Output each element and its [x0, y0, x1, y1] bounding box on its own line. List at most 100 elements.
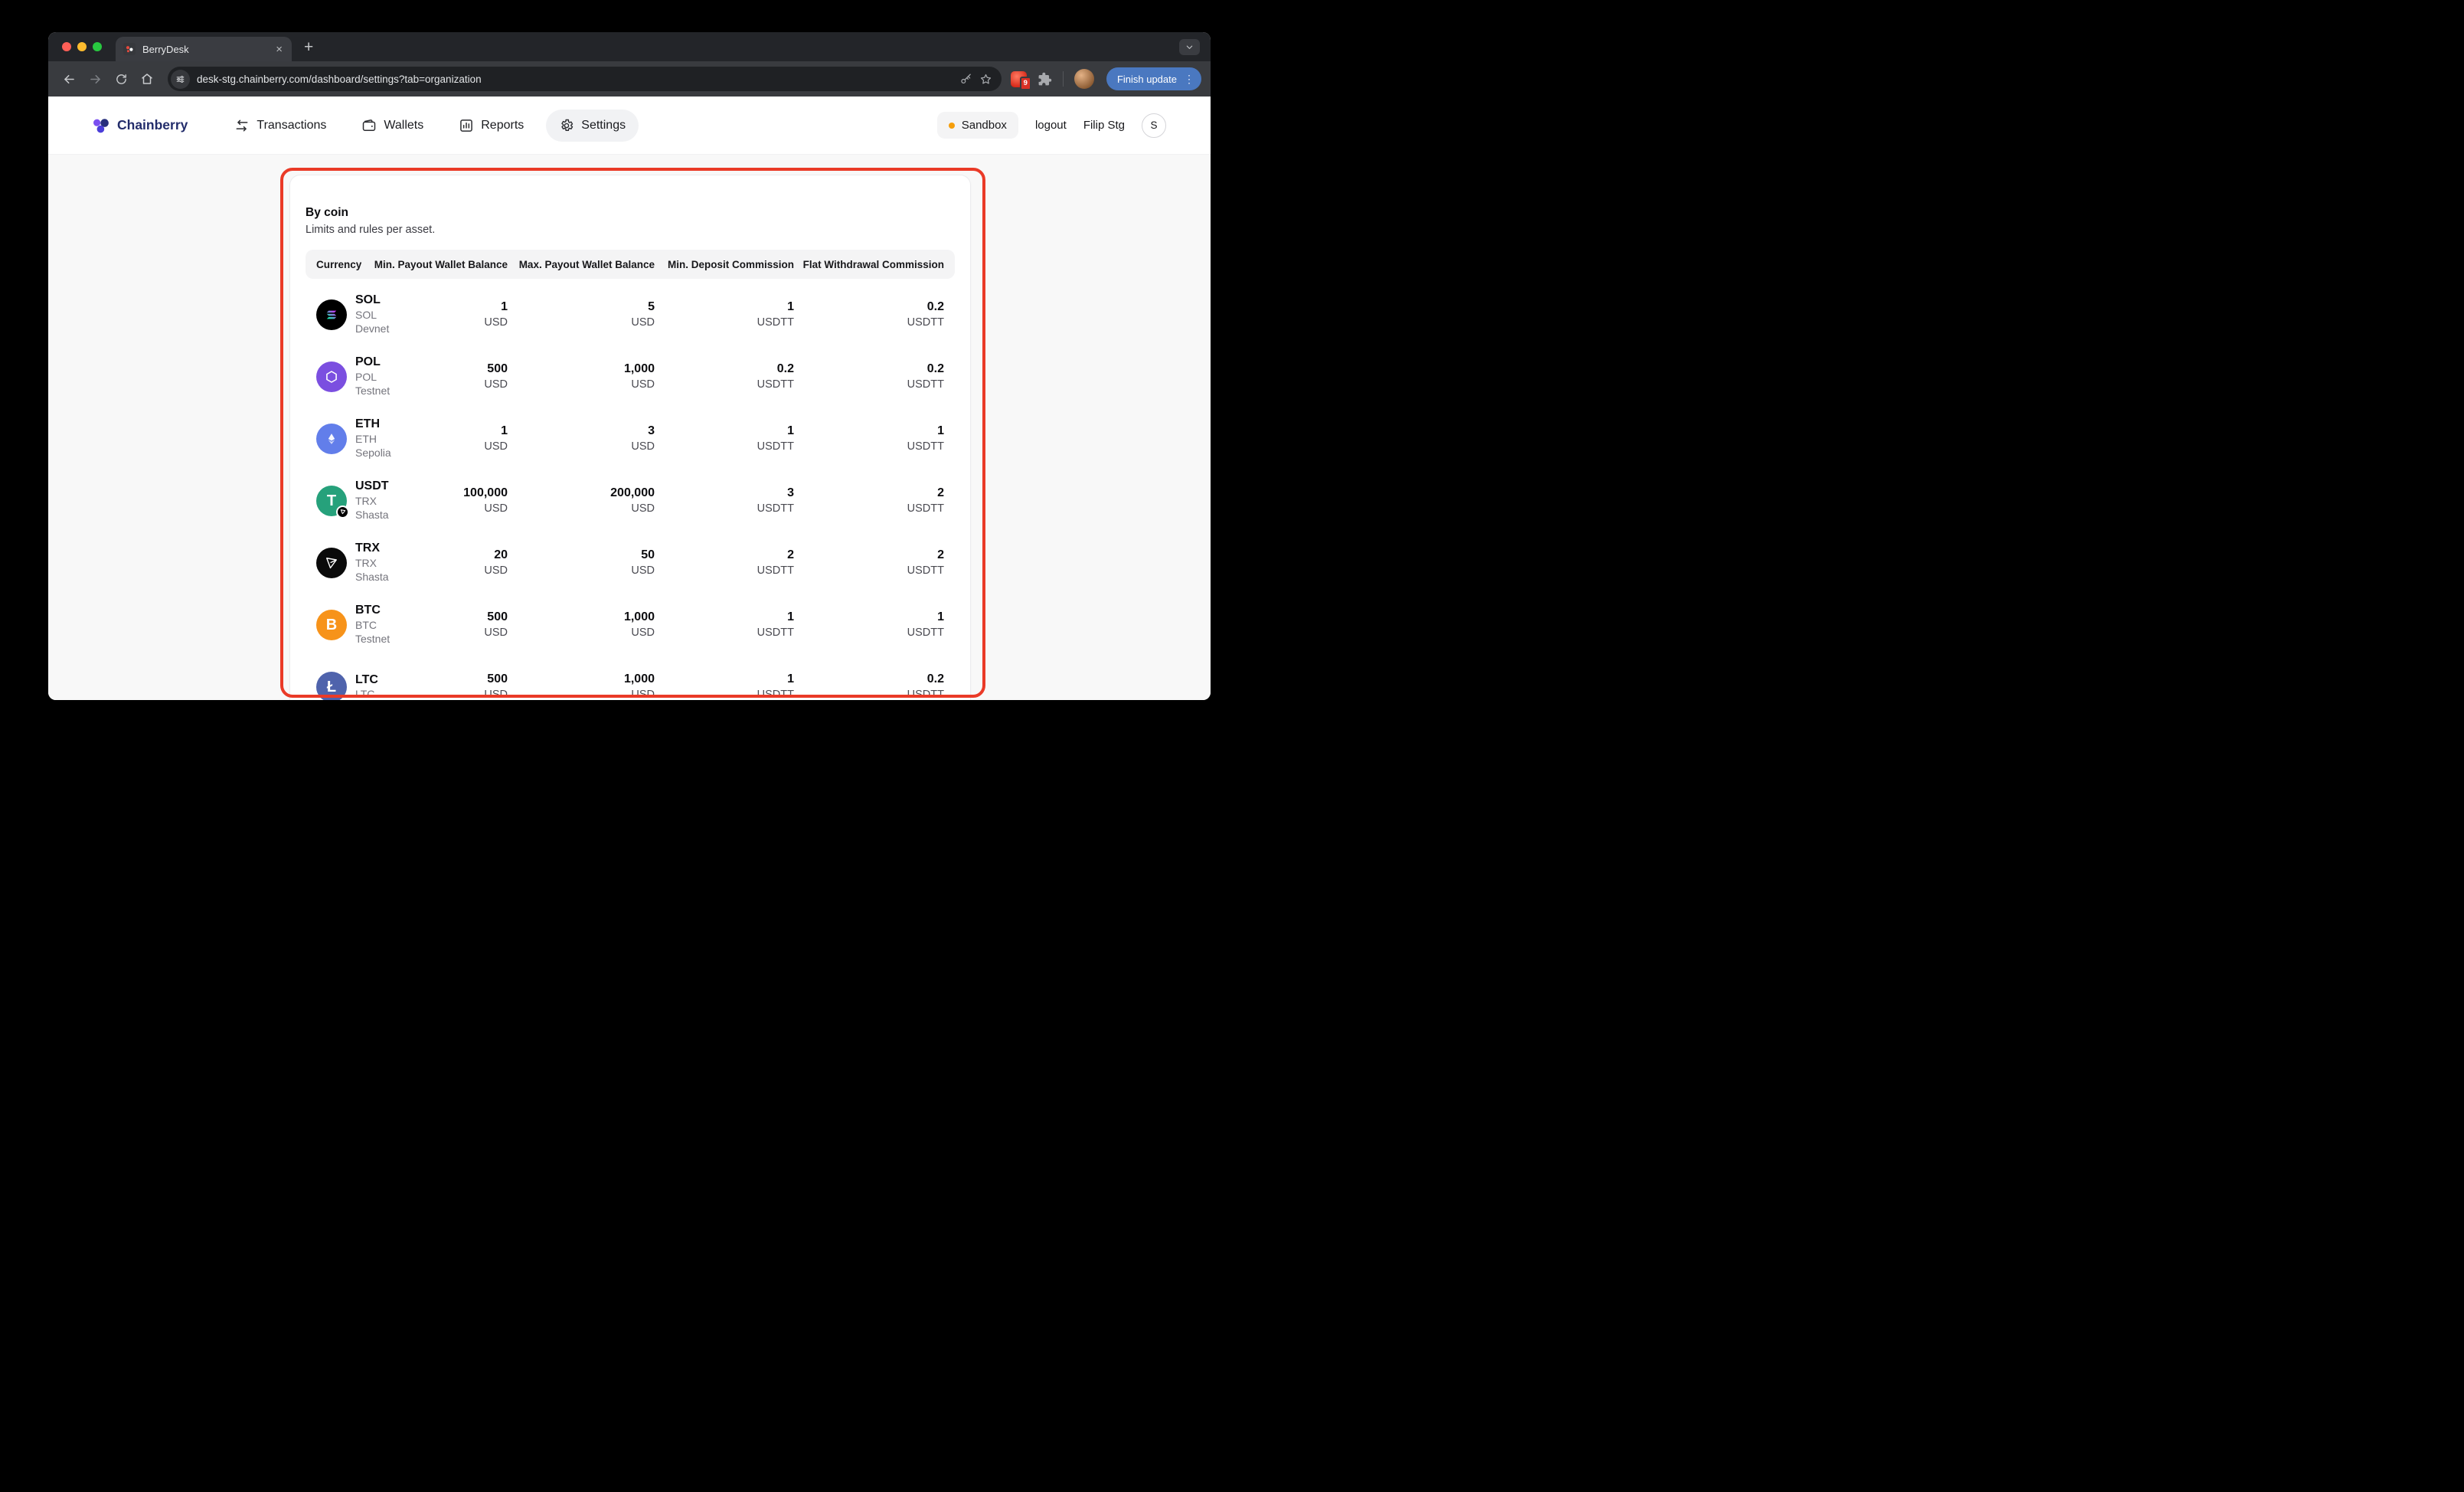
- cell-unit: USD: [484, 316, 508, 329]
- home-icon[interactable]: [136, 67, 158, 90]
- cell-value: 0.2: [926, 672, 944, 685]
- trx-network-badge-icon: [336, 505, 349, 519]
- value-cell: 1 USDTT: [794, 424, 944, 453]
- cell-unit: USDTT: [907, 502, 944, 515]
- nav-label: Settings: [581, 118, 626, 132]
- nav-label: Transactions: [257, 118, 327, 132]
- new-tab-button[interactable]: +: [304, 39, 313, 55]
- tab-strip: BerryDesk × +: [48, 32, 1211, 61]
- coin-meta: USDT TRX Shasta: [355, 479, 389, 522]
- nav-item-reports[interactable]: Reports: [446, 110, 537, 142]
- coin-row-btc: B BTC BTC Testnet 500 USD 1,000 USD 1 USDTT 1 USDTT: [306, 594, 955, 656]
- value-cell: 1 USDTT: [655, 610, 794, 639]
- coin-cell: SOL SOL Devnet: [316, 293, 389, 335]
- cell-unit: USDTT: [757, 627, 794, 639]
- back-icon[interactable]: [57, 67, 80, 90]
- value-cell: 1 USDTT: [655, 424, 794, 453]
- app-header: Chainberry Transactions Wallets Reports Set…: [48, 97, 1211, 155]
- cell-value: 50: [641, 548, 655, 561]
- user-avatar[interactable]: S: [1142, 113, 1166, 138]
- extensions-puzzle-icon[interactable]: [1038, 72, 1052, 87]
- cell-unit: USDTT: [907, 627, 944, 639]
- coin-network: TRX: [355, 494, 377, 507]
- value-cell: 0.2 USDTT: [794, 672, 944, 700]
- coin-row-sol: SOL SOL Devnet 1 USD 5 USD 1 USDTT 0.2 USDTT: [306, 283, 955, 345]
- chainberry-logo[interactable]: Chainberry: [91, 116, 188, 136]
- browser-tab[interactable]: BerryDesk ×: [116, 37, 292, 61]
- value-cell: 1 USD: [385, 424, 508, 453]
- tab-search-chevron-icon[interactable]: [1179, 39, 1200, 55]
- environment-dot-icon: [948, 122, 955, 129]
- column-header: Max. Payout Wallet Balance: [518, 258, 655, 270]
- cell-value: 1: [501, 424, 508, 437]
- nav-item-settings[interactable]: Settings: [546, 109, 639, 142]
- value-cell: 500 USD: [385, 672, 508, 700]
- environment-badge[interactable]: Sandbox: [936, 112, 1018, 139]
- coin-cell: T USDT TRX Shasta: [316, 479, 389, 522]
- value-cell: 0.2 USDTT: [794, 300, 944, 329]
- value-cell: 1 USD: [385, 300, 508, 329]
- cell-unit: USD: [631, 378, 655, 391]
- url-text[interactable]: desk-stg.chainberry.com/dashboard/settin…: [197, 74, 482, 85]
- forward-icon[interactable]: [83, 67, 106, 90]
- cell-unit: USD: [484, 378, 508, 391]
- coin-cell: Ł LTC LTC: [316, 671, 378, 700]
- tab-close-icon[interactable]: ×: [274, 44, 284, 55]
- toolbar-divider: [1062, 71, 1064, 87]
- settings-icon: [559, 118, 574, 133]
- reload-icon[interactable]: [109, 67, 132, 90]
- site-settings-icon[interactable]: [171, 69, 190, 89]
- reports-icon: [459, 118, 474, 133]
- finish-update-button[interactable]: Finish update ⋮: [1106, 67, 1201, 90]
- coin-row-pol: POL POL Testnet 500 USD 1,000 USD 0.2 USDTT 0.2 US…: [306, 345, 955, 407]
- coin-row-usdt: T USDT TRX Shasta 100,000 USD 200,000 USD 3 USDTT…: [306, 470, 955, 532]
- main-nav: Transactions Wallets Reports Settings: [221, 109, 639, 142]
- cell-unit: USD: [631, 689, 655, 700]
- cell-value: 0.2: [776, 362, 794, 375]
- address-bar[interactable]: desk-stg.chainberry.com/dashboard/settin…: [168, 67, 1002, 91]
- cell-unit: USDTT: [757, 316, 794, 329]
- value-cell: 2 USDTT: [794, 548, 944, 577]
- user-name: Filip Stg: [1083, 119, 1125, 132]
- coin-network: TRX: [355, 556, 377, 569]
- cell-value: 100,000: [463, 486, 508, 499]
- cell-value: 0.2: [926, 300, 944, 313]
- cell-unit: USD: [631, 502, 655, 515]
- cell-unit: USD: [631, 564, 655, 577]
- cell-unit: USDTT: [907, 378, 944, 391]
- coin-network: Devnet: [355, 322, 390, 335]
- cell-unit: USDTT: [757, 502, 794, 515]
- browser-profile-avatar[interactable]: [1074, 69, 1094, 89]
- minimize-window-button[interactable]: [77, 42, 87, 51]
- value-cell: 200,000 USD: [508, 486, 655, 515]
- coin-cell: B BTC BTC Testnet: [316, 603, 390, 646]
- extension-badge: 9: [1019, 77, 1031, 90]
- close-window-button[interactable]: [62, 42, 71, 51]
- ltc-coin-icon: Ł: [316, 671, 347, 700]
- coin-network: SOL: [355, 308, 377, 321]
- cell-unit: USD: [484, 627, 508, 639]
- cell-value: 3: [648, 424, 655, 437]
- extension-icon[interactable]: 9: [1010, 70, 1031, 90]
- cell-value: 1: [787, 672, 794, 685]
- nav-item-wallets[interactable]: Wallets: [348, 110, 436, 142]
- cell-unit: USDTT: [907, 316, 944, 329]
- table-header: Currency Min. Payout Wallet Balance Max. P…: [306, 250, 955, 279]
- logout-link[interactable]: logout: [1035, 119, 1067, 132]
- column-header: Flat Withdrawal Commission: [802, 258, 944, 270]
- column-header: Min. Deposit Commission: [667, 258, 794, 270]
- password-key-icon[interactable]: [959, 73, 972, 86]
- browser-menu-icon[interactable]: ⋮: [1184, 73, 1194, 86]
- coin-network: Shasta: [355, 509, 389, 522]
- maximize-window-button[interactable]: [93, 42, 102, 51]
- coin-network: LTC: [355, 687, 375, 700]
- coin-meta: SOL SOL Devnet: [355, 293, 389, 335]
- coin-meta: LTC LTC: [355, 672, 378, 700]
- value-cell: 2 USDTT: [655, 548, 794, 577]
- bookmark-star-icon[interactable]: [979, 73, 992, 86]
- nav-item-transactions[interactable]: Transactions: [221, 110, 339, 142]
- cell-unit: USD: [631, 316, 655, 329]
- value-cell: 20 USD: [385, 548, 508, 577]
- coin-cell: ETH ETH Sepolia: [316, 417, 391, 460]
- value-cell: 1,000 USD: [508, 362, 655, 391]
